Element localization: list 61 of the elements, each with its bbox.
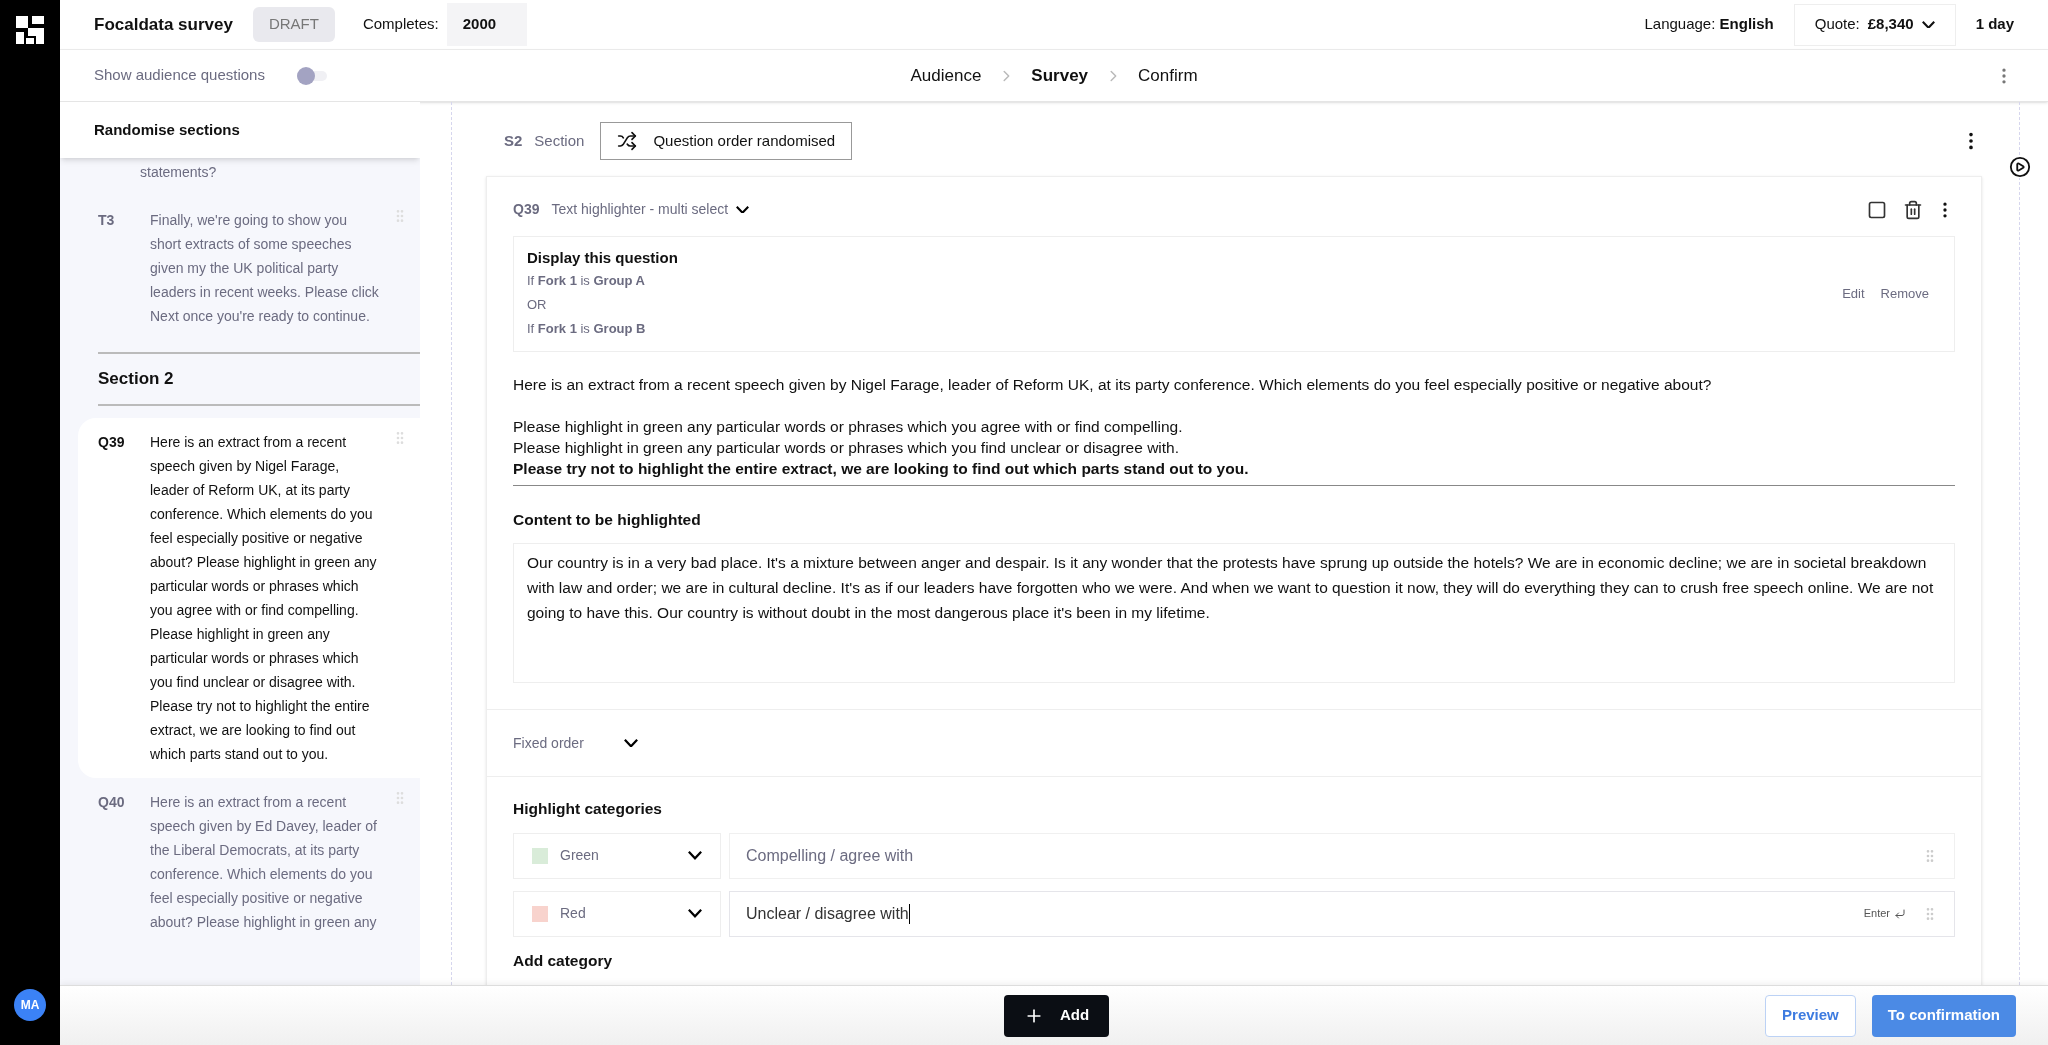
chevron-icon <box>688 909 702 918</box>
language-setting[interactable]: Language: English <box>1644 13 1774 36</box>
completes-field[interactable]: 2000 <box>446 3 527 46</box>
question-text: Here is an extract from a recent speech given by Nigel Farage, leader of Reform UK, at its party conference. Which elements do you feel especially positive or negative about? Please highlight in green any particular words or phrases which you agree with or find compelling. Please highlight in green any particular words or phrases which you find unclear or disagree with. Please try not to highlight the entire extract, we are looking to find out which parts stand out to you. <box>150 432 378 764</box>
completes-label: Completes: <box>362 14 439 35</box>
categories-title: Highlight categories <box>513 799 663 820</box>
randomise-menu[interactable]: Randomise sections <box>60 102 420 158</box>
sidebar-question[interactable] <box>78 417 420 778</box>
question-text: Here is an extract from a recent speech given by Ed Davey, leader of the Liberal Democrats, at its party conference. Which elements do you feel especially positive or negative about? Please highlight in green any <box>150 792 378 932</box>
category-field[interactable]: Unclear / disagree with Enter <box>729 890 1955 937</box>
step-tab[interactable]: Survey <box>1027 62 1093 89</box>
question-text: statements? <box>140 164 217 180</box>
order-dropdown[interactable]: Fixed order <box>513 732 638 754</box>
play-icon[interactable] <box>2009 156 2031 178</box>
step-tab[interactable]: Confirm <box>1134 62 1202 89</box>
turnaround-label: 1 day <box>1975 14 2014 35</box>
question-code: Q39 <box>513 200 540 219</box>
shuffle-icon <box>617 131 638 151</box>
chevron-icon <box>1921 20 1935 29</box>
status-badge: DRAFT <box>252 7 335 42</box>
display-title: Display this question <box>527 248 679 268</box>
enter-hint: Enter <box>1863 906 1890 922</box>
content-title: Content to be highlighted <box>513 510 702 530</box>
chevron-icon <box>688 851 702 860</box>
section-label: Section <box>534 130 585 151</box>
display-condition: OR <box>527 296 548 314</box>
toggle-label: Show audience questions <box>94 65 265 86</box>
section-code: S2 <box>504 130 523 151</box>
color-dropdown[interactable]: Red <box>513 890 721 937</box>
delete-icon[interactable] <box>1903 199 1923 220</box>
order-button[interactable]: Question order randomised <box>600 122 853 160</box>
display-condition: If Fork 1 is Group B <box>527 320 647 338</box>
content-field[interactable]: Our country is in a very bad place. It's a mixture between anger and despair. Is it any wonder that the protests have sprung up outside the hotels? We are in economic decline; we are in societal breakdown with law and order; we are in cultural decline. It's as if our leaders have forgotten who we were. And when we want to question it now, they will do everything they can to crush free speech online. We are not going to have this. Our country is without doubt in the most dangerous place it's been in my lifetime. <box>513 543 1955 684</box>
question-text: Finally, we're going to show you short extracts of some speeches given my the UK political party leaders in recent weeks. Please click Next once you're ready to continue. <box>150 211 380 326</box>
question-code: Q39 <box>98 432 126 452</box>
color-dropdown[interactable]: Green <box>513 832 721 879</box>
edit-link[interactable]: Edit <box>1842 284 1865 304</box>
user-avatar[interactable]: MA <box>14 989 46 1021</box>
question-text: Here is an extract from a recent speech given by Nigel Farage, leader of Reform UK, at its party conference. Which elements do you feel especially positive or negative about? <box>513 375 1713 395</box>
preview-button[interactable]: Preview <box>1765 994 1856 1037</box>
survey-title: Focaldata survey <box>94 13 233 36</box>
chevron-icon <box>736 205 750 214</box>
question-type-dropdown[interactable]: Text highlighter - multi select <box>551 199 750 220</box>
question-text: Please highlight in green any particular words or phrases which you find unclear or disagree with. <box>513 438 1180 458</box>
question-code: Q40 <box>98 792 126 812</box>
quote-dropdown[interactable]: Quote: £8,340 <box>1793 3 1956 46</box>
logo-icon[interactable] <box>16 16 44 44</box>
section-title: Section 2 <box>98 369 174 388</box>
sidebar-question[interactable]: T3 Finally, we're going to show you short extracts of some speeches given my the UK political party leaders in recent weeks. Please click Next once you're ready to continue. <box>78 196 420 340</box>
add-category-label[interactable]: Add category <box>513 948 1955 972</box>
question-text: Please highlight in green any particular words or phrases which you agree with or find compelling. <box>513 417 1184 437</box>
checkbox-icon[interactable] <box>1867 199 1887 220</box>
remove-link[interactable]: Remove <box>1880 284 1929 304</box>
category-field[interactable]: Compelling / agree with <box>729 832 1955 879</box>
chevron-icon <box>623 739 638 748</box>
return-icon <box>1894 907 1906 920</box>
step-tab[interactable]: Audience <box>906 62 986 89</box>
question-text: Please try not to highlight the entire extract, we are looking to find out which parts stand out to you. <box>513 459 1250 479</box>
add-button[interactable]: Add <box>1004 994 1110 1037</box>
question-code: T3 <box>98 211 116 230</box>
display-condition: If Fork 1 is Group A <box>527 272 646 290</box>
